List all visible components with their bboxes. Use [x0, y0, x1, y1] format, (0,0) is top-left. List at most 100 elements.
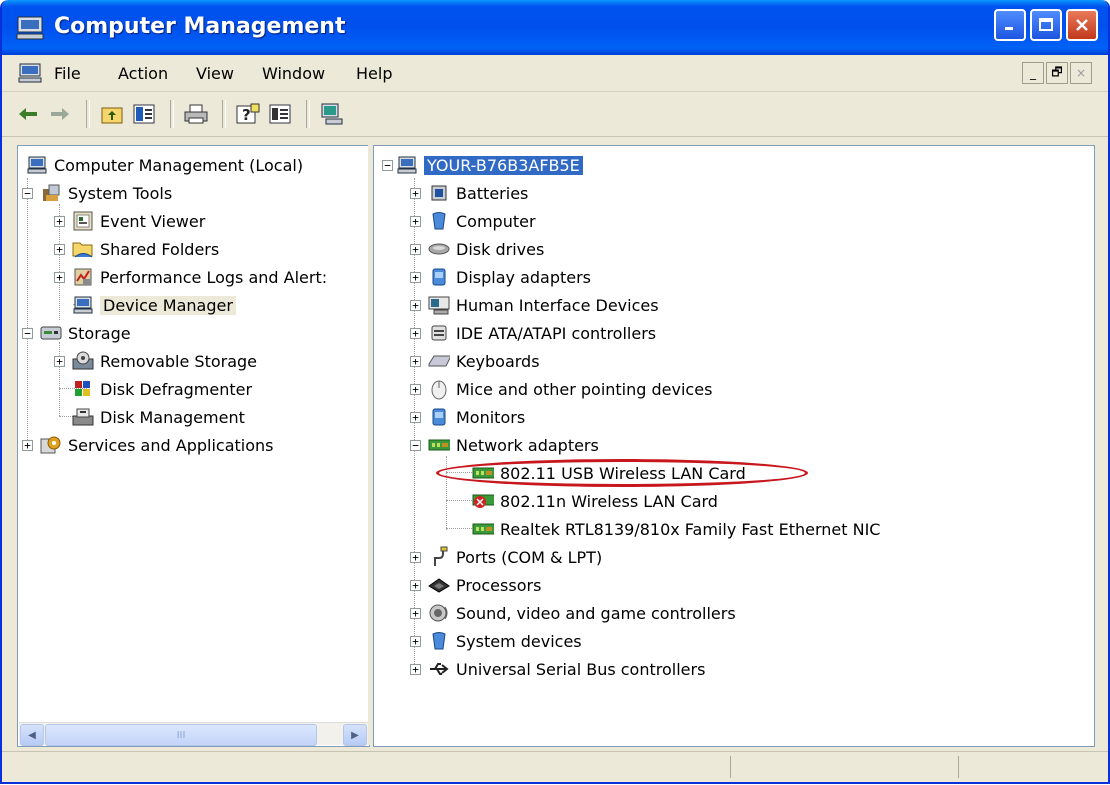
- expand-toggle[interactable]: +: [410, 580, 421, 591]
- event-viewer-icon: [72, 210, 94, 232]
- tree-label: Shared Folders: [100, 239, 220, 259]
- tree-label: Disk drives: [456, 239, 545, 259]
- tree-item-event-viewer[interactable]: Event Viewer: [72, 208, 205, 234]
- properties-icon[interactable]: [266, 100, 294, 128]
- tree-item-disk-defragmenter[interactable]: Disk Defragmenter: [72, 376, 252, 402]
- monitor-icon: [428, 406, 450, 428]
- tree-item-ports[interactable]: Ports (COM & LPT): [428, 544, 602, 570]
- tree-label: Batteries: [456, 183, 529, 203]
- expand-toggle[interactable]: +: [54, 272, 65, 283]
- collapse-toggle[interactable]: −: [382, 160, 393, 171]
- mdi-minimize-button[interactable]: _: [1022, 62, 1044, 84]
- expand-toggle[interactable]: +: [410, 216, 421, 227]
- tree-label: Realtek RTL8139/810x Family Fast Etherne…: [500, 519, 881, 539]
- expand-toggle[interactable]: +: [54, 216, 65, 227]
- hid-icon: [428, 294, 450, 316]
- tree-label: Human Interface Devices: [456, 295, 659, 315]
- tree-item-system-tools[interactable]: System Tools: [40, 180, 172, 206]
- tree-item-realtek-ethernet-nic[interactable]: Realtek RTL8139/810x Family Fast Etherne…: [472, 516, 880, 542]
- performance-logs-icon: [72, 266, 94, 288]
- tree-item-monitors[interactable]: Monitors: [428, 404, 525, 430]
- tree-label: Computer Management (Local): [54, 155, 304, 175]
- device-tree-pane[interactable]: − YOUR-B76B3AFB5E + Batteries + Computer…: [373, 145, 1095, 747]
- disk-management-icon: [72, 406, 94, 428]
- tree-item-keyboards[interactable]: Keyboards: [428, 348, 540, 374]
- tree-item-performance-logs[interactable]: Performance Logs and Alert:: [72, 264, 327, 290]
- expand-toggle[interactable]: +: [410, 664, 421, 675]
- console-tree-pane[interactable]: Computer Management (Local) − System Too…: [17, 145, 370, 747]
- tree-item-processors[interactable]: Processors: [428, 572, 541, 598]
- tree-item-network-adapters[interactable]: Network adapters: [428, 432, 599, 458]
- scroll-right-button[interactable]: ▶: [343, 724, 367, 746]
- battery-icon: [428, 182, 450, 204]
- help-icon[interactable]: ?: [234, 100, 262, 128]
- expand-toggle[interactable]: +: [410, 328, 421, 339]
- collapse-toggle[interactable]: −: [22, 188, 33, 199]
- expand-toggle[interactable]: +: [410, 552, 421, 563]
- back-arrow-icon[interactable]: [14, 100, 42, 128]
- tree-item-mice[interactable]: Mice and other pointing devices: [428, 376, 712, 402]
- toolbar-separator: [170, 100, 174, 128]
- tree-item-human-interface-devices[interactable]: Human Interface Devices: [428, 292, 659, 318]
- tree-item-host-computer[interactable]: YOUR-B76B3AFB5E: [396, 152, 583, 178]
- expand-toggle[interactable]: +: [410, 188, 421, 199]
- tree-label: Processors: [456, 575, 542, 595]
- expand-toggle[interactable]: +: [54, 244, 65, 255]
- expand-toggle[interactable]: +: [410, 608, 421, 619]
- maximize-button[interactable]: [1030, 9, 1062, 41]
- mmc-console-icon[interactable]: [18, 63, 42, 87]
- computer-management-window: Computer Management File Action View Win…: [0, 0, 1110, 784]
- show-hide-tree-icon[interactable]: [130, 100, 158, 128]
- menu-view[interactable]: View: [196, 64, 234, 83]
- tree-item-storage[interactable]: Storage: [40, 320, 131, 346]
- tree-item-disk-management[interactable]: Disk Management: [72, 404, 245, 430]
- tree-item-ide-ata-atapi[interactable]: IDE ATA/ATAPI controllers: [428, 320, 656, 346]
- tree-item-wireless-n-lan-card[interactable]: 802.11n Wireless LAN Card: [472, 488, 718, 514]
- expand-toggle[interactable]: +: [410, 300, 421, 311]
- tree-item-shared-folders[interactable]: Shared Folders: [72, 236, 219, 262]
- tree-item-system-devices[interactable]: System devices: [428, 628, 582, 654]
- computer-icon[interactable]: [318, 100, 346, 128]
- scroll-left-button[interactable]: ◀: [20, 724, 44, 746]
- status-pane: [730, 756, 959, 778]
- menu-window[interactable]: Window: [262, 64, 325, 83]
- tree-item-batteries[interactable]: Batteries: [428, 180, 528, 206]
- tree-label: Device Manager: [100, 295, 236, 315]
- collapse-toggle[interactable]: −: [410, 440, 421, 451]
- tree-label: Services and Applications: [68, 435, 274, 455]
- expand-toggle[interactable]: +: [54, 356, 65, 367]
- tree-item-sound-video-game[interactable]: Sound, video and game controllers: [428, 600, 736, 626]
- expand-toggle[interactable]: +: [410, 272, 421, 283]
- collapse-toggle[interactable]: −: [22, 328, 33, 339]
- tree-item-computer-management-local[interactable]: Computer Management (Local): [26, 152, 303, 178]
- horizontal-scrollbar[interactable]: ◀ III ▶: [19, 722, 368, 746]
- expand-toggle[interactable]: +: [410, 384, 421, 395]
- expand-toggle[interactable]: +: [410, 356, 421, 367]
- tree-item-device-manager[interactable]: Device Manager: [72, 292, 236, 318]
- expand-toggle[interactable]: +: [410, 412, 421, 423]
- tree-item-usb-controllers[interactable]: Universal Serial Bus controllers: [428, 656, 705, 682]
- menu-help[interactable]: Help: [356, 64, 392, 83]
- toolbar: ?: [2, 92, 1108, 137]
- tree-item-removable-storage[interactable]: Removable Storage: [72, 348, 257, 374]
- mdi-close-button[interactable]: ×: [1070, 62, 1092, 84]
- expand-toggle[interactable]: +: [22, 440, 33, 451]
- title-bar[interactable]: Computer Management: [2, 0, 1108, 55]
- menu-file[interactable]: File: [54, 64, 81, 83]
- tree-item-display-adapters[interactable]: Display adapters: [428, 264, 591, 290]
- scrollbar-thumb[interactable]: III: [45, 724, 317, 746]
- print-icon[interactable]: [182, 100, 210, 128]
- computer-icon: [428, 210, 450, 232]
- menu-action[interactable]: Action: [118, 64, 168, 83]
- mdi-restore-button[interactable]: 🗗: [1046, 62, 1068, 84]
- tree-item-computer[interactable]: Computer: [428, 208, 536, 234]
- tree-item-services-applications[interactable]: Services and Applications: [40, 432, 273, 458]
- expand-toggle[interactable]: +: [410, 244, 421, 255]
- expand-toggle[interactable]: +: [410, 636, 421, 647]
- toolbar-separator: [86, 100, 90, 128]
- up-folder-icon[interactable]: [98, 100, 126, 128]
- forward-arrow-icon[interactable]: [46, 100, 74, 128]
- tree-item-disk-drives[interactable]: Disk drives: [428, 236, 544, 262]
- close-button[interactable]: [1066, 9, 1098, 41]
- minimize-button[interactable]: [994, 9, 1026, 41]
